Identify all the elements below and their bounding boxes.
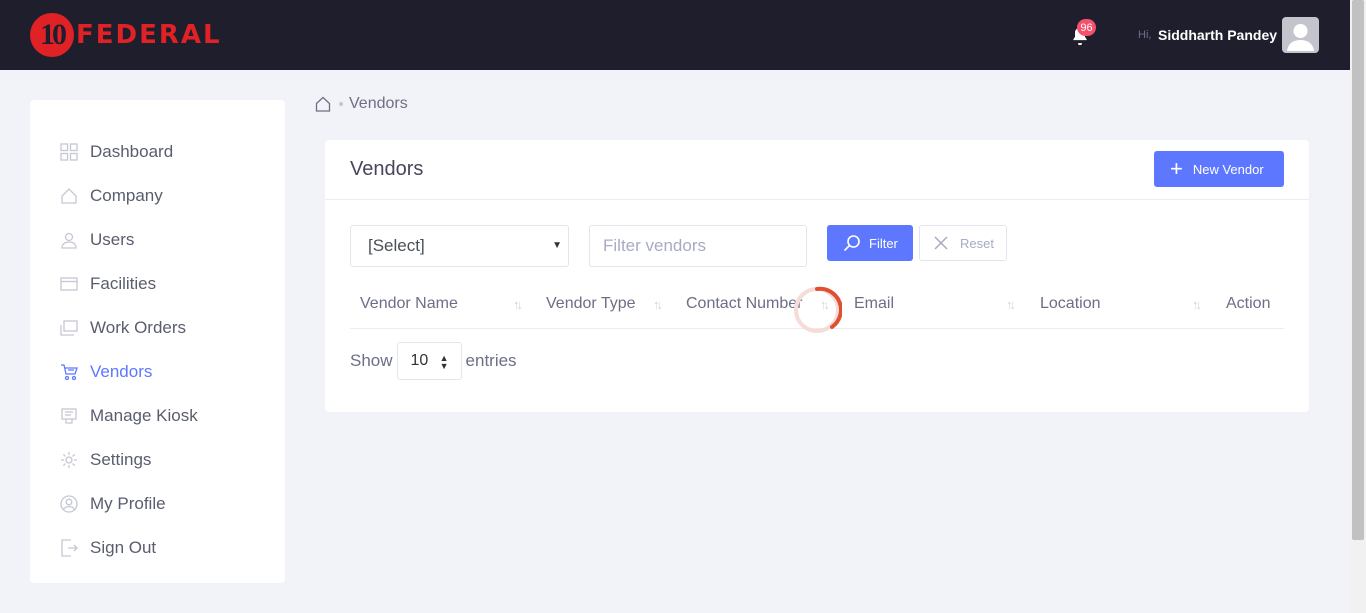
column-header-contact-number[interactable]: Contact Number — [686, 280, 803, 328]
select-arrows-icon: ▲ ▼ — [439, 353, 449, 371]
column-label: Vendor Type — [546, 295, 636, 312]
notification-badge: 96 — [1077, 19, 1096, 36]
dashboard-icon — [60, 143, 78, 161]
column-label: Email — [854, 295, 895, 312]
home-icon — [60, 187, 78, 205]
page-length-select[interactable]: 10 ▲ ▼ — [396, 342, 462, 380]
home-icon[interactable] — [315, 96, 331, 112]
avatar[interactable] — [1282, 17, 1319, 53]
filter-button-label: Filter — [869, 235, 898, 251]
sidebar-item-company[interactable]: Company — [30, 174, 285, 218]
column-header-vendor-type[interactable]: Vendor Type — [546, 280, 636, 328]
sidebar-item-dashboard[interactable]: Dashboard — [30, 130, 285, 174]
cart-icon — [60, 363, 78, 381]
avatar-placeholder-icon — [1287, 24, 1314, 51]
column-label: Contact Number — [686, 295, 803, 312]
user-greeting: Hi, — [1138, 29, 1152, 41]
show-label: Show — [350, 351, 393, 370]
page-length-value: 10 — [410, 352, 429, 369]
breadcrumb-current: Vendors — [349, 95, 408, 112]
page-scrollbar[interactable] — [1350, 0, 1366, 613]
sidebar-item-my-profile[interactable]: My Profile — [30, 482, 285, 526]
gear-icon — [60, 451, 78, 469]
filter-vendors-input[interactable] — [589, 225, 807, 267]
column-header-vendor-name[interactable]: Vendor Name — [360, 280, 458, 328]
sidebar: Dashboard Company Users Facilities Work … — [30, 100, 285, 583]
sidebar-item-label: Vendors — [90, 362, 153, 381]
kiosk-icon — [60, 407, 78, 425]
sidebar-item-label: My Profile — [90, 494, 166, 513]
top-header: 10 FEDERAL 96 Hi, Siddharth Pandey — [0, 0, 1350, 70]
users-icon — [60, 231, 78, 249]
profile-icon — [60, 495, 78, 513]
reset-button-label: Reset — [960, 235, 994, 251]
loading-spinner-icon — [794, 286, 842, 333]
sidebar-item-facilities[interactable]: Facilities — [30, 262, 285, 306]
user-name[interactable]: Siddharth Pandey — [1158, 27, 1277, 43]
sidebar-item-vendors[interactable]: Vendors — [30, 350, 285, 394]
sort-icon[interactable]: ↑↓ — [1192, 297, 1202, 312]
sort-icon[interactable]: ↑↓ — [1006, 297, 1016, 312]
vendors-card: Vendors + New Vendor [Select] ▼ Filter R… — [325, 140, 1309, 412]
sidebar-item-settings[interactable]: Settings — [30, 438, 285, 482]
company-logo[interactable]: 10 FEDERAL — [30, 13, 222, 57]
card-header: Vendors + New Vendor — [325, 140, 1309, 200]
column-header-action: Action — [1226, 280, 1270, 328]
search-icon — [843, 235, 860, 252]
sidebar-item-label: Sign Out — [90, 538, 157, 557]
page-title: Vendors — [350, 158, 424, 180]
reset-button[interactable]: Reset — [919, 225, 1007, 261]
sort-icon[interactable]: ↑↓ — [653, 297, 663, 312]
sidebar-item-label: Settings — [90, 450, 152, 469]
sidebar-item-label: Users — [90, 230, 135, 249]
column-label: Action — [1226, 295, 1271, 312]
column-header-location[interactable]: Location — [1040, 280, 1101, 328]
column-label: Location — [1040, 295, 1101, 312]
filter-button[interactable]: Filter — [827, 225, 913, 261]
sidebar-item-work-orders[interactable]: Work Orders — [30, 306, 285, 350]
sidebar-item-label: Manage Kiosk — [90, 406, 198, 425]
sidebar-item-label: Company — [90, 186, 163, 205]
close-icon — [934, 236, 948, 250]
caret-down-icon: ▼ — [552, 240, 562, 251]
breadcrumb-separator — [339, 102, 343, 106]
sidebar-item-label: Dashboard — [90, 142, 174, 161]
sort-icon[interactable]: ↑↓ — [513, 297, 523, 312]
logo-mark: 10 — [30, 13, 74, 57]
sidebar-item-sign-out[interactable]: Sign Out — [30, 526, 285, 570]
sidebar-item-label: Facilities — [90, 274, 157, 293]
select-value: [Select] — [368, 236, 425, 255]
work-orders-icon — [60, 319, 78, 337]
sidebar-item-label: Work Orders — [90, 318, 187, 337]
column-header-email[interactable]: Email — [854, 280, 894, 328]
breadcrumb: Vendors — [315, 94, 408, 114]
sidebar-item-manage-kiosk[interactable]: Manage Kiosk — [30, 394, 285, 438]
scrollbar-thumb[interactable] — [1352, 0, 1364, 540]
column-label: Vendor Name — [360, 295, 458, 312]
sidebar-item-users[interactable]: Users — [30, 218, 285, 262]
new-vendor-button[interactable]: + New Vendor — [1154, 151, 1284, 187]
new-vendor-label: New Vendor — [1192, 161, 1264, 177]
page-length-control: Show 10 ▲ ▼ entries — [350, 342, 517, 380]
vendor-type-select[interactable]: [Select] ▼ — [350, 225, 569, 267]
facilities-icon — [60, 275, 78, 293]
entries-label: entries — [465, 351, 517, 370]
logo-text: FEDERAL — [76, 20, 222, 50]
sign-out-icon — [60, 539, 78, 557]
plus-icon: + — [1170, 156, 1183, 181]
